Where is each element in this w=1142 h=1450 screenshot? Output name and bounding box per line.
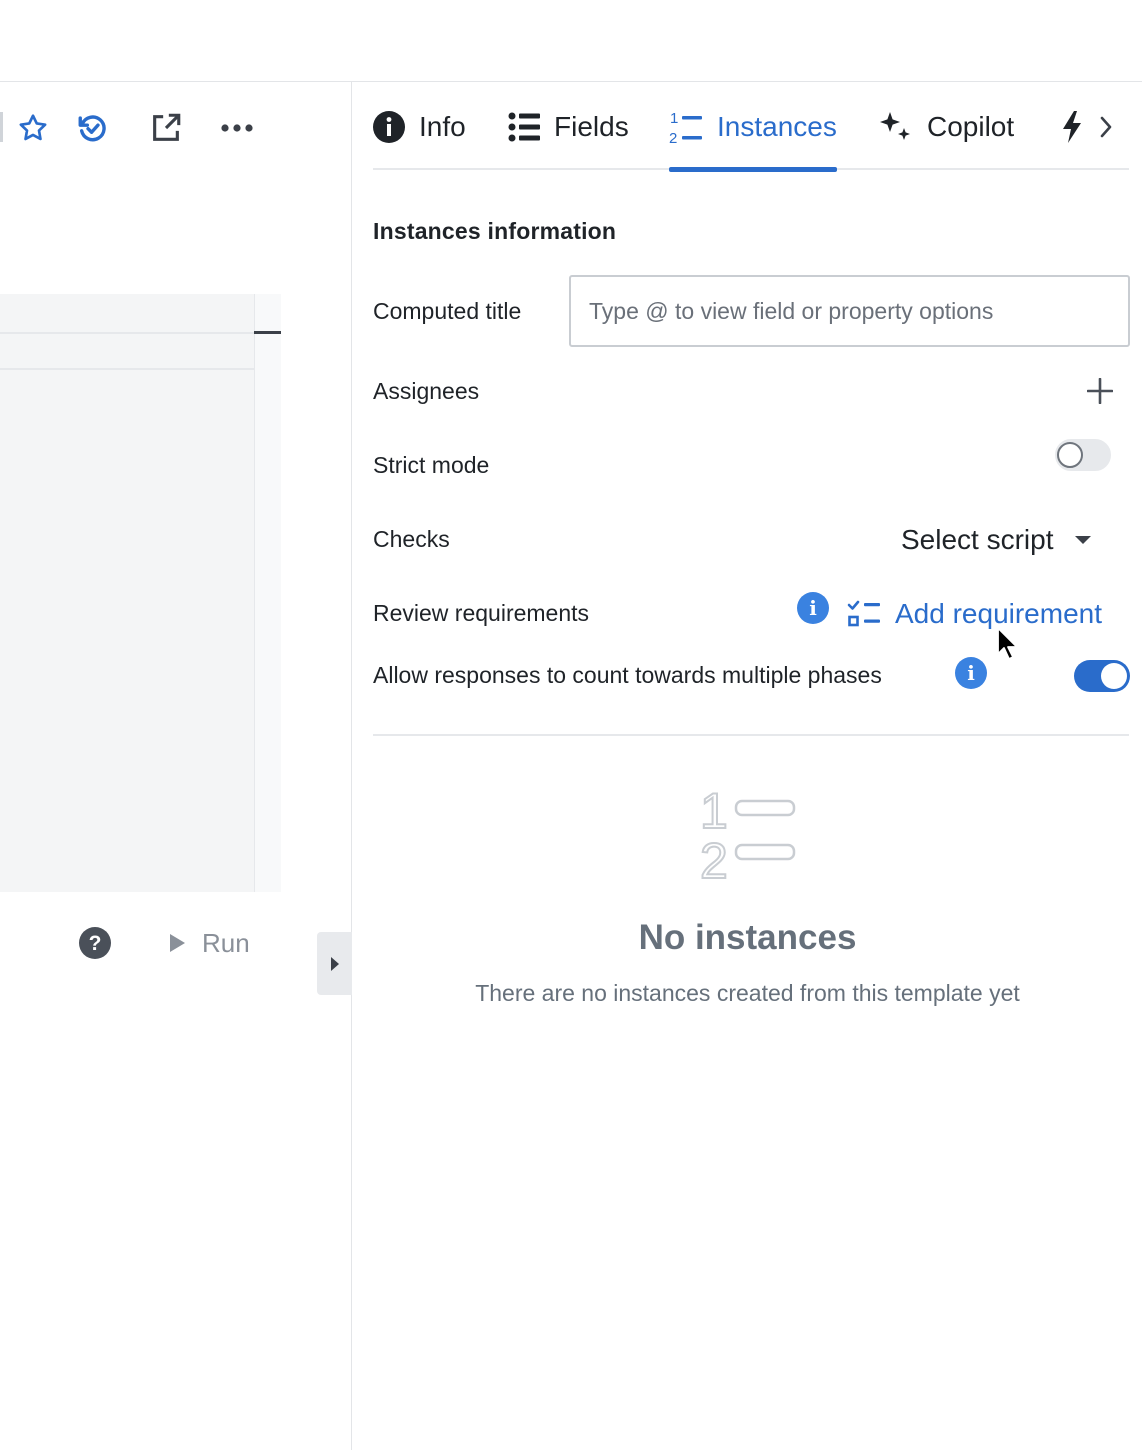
panel-tabs: Info Fields 12 Instances Copilot [373,82,1129,172]
history-icon[interactable] [75,110,111,146]
strict-mode-label: Strict mode [373,452,490,478]
multiple-phases-info-icon[interactable]: i [955,657,987,689]
more-icon[interactable] [219,110,255,146]
checklist-icon [847,600,880,627]
right-panel: Info Fields 12 Instances Copilot Instanc… [353,82,1142,1450]
empty-instances-icon: 1 2 [698,782,798,890]
select-script-dropdown[interactable]: Select script [901,520,1092,560]
run-label: Run [202,927,250,958]
editor-header-row [0,294,254,334]
tab-label: Fields [554,111,629,142]
chevron-right-icon [1099,106,1113,148]
bolt-icon [1061,106,1083,148]
review-requirements-info-icon[interactable]: i [797,592,829,624]
code-editor-area[interactable] [0,294,281,892]
tab-fields[interactable]: Fields [508,106,629,170]
assignees-label: Assignees [373,378,480,404]
add-assignee-button[interactable] [1083,374,1117,408]
info-icon [373,106,405,148]
tab-automations[interactable] [1061,106,1083,170]
editor-divider [254,294,255,892]
svg-text:1: 1 [700,783,728,839]
list-icon [508,106,540,148]
editor-scroll-column[interactable] [255,294,281,892]
select-script-label: Select script [901,524,1054,555]
tabs-scroll-right-button[interactable] [1099,106,1113,170]
tab-label: Instances [717,111,837,142]
numbered-list-icon: 12 [669,106,703,148]
plus-icon [1087,378,1113,404]
tab-info[interactable]: Info [373,106,466,170]
computed-title-label: Computed title [373,298,522,324]
left-toolbar [0,106,352,148]
toggle-knob [1101,663,1127,689]
tab-label: Copilot [927,111,1015,142]
add-requirement-label: Add requirement [895,598,1103,629]
add-requirement-button[interactable]: Add requirement [847,592,1102,636]
run-button[interactable]: Run [168,924,250,962]
checks-label: Checks [373,526,450,552]
svg-text:1: 1 [670,110,678,127]
sparkle-icon [879,106,913,148]
svg-text:?: ? [89,932,102,955]
caret-down-icon [1074,536,1091,544]
editor-row [0,336,254,370]
help-icon[interactable]: ? [78,926,112,960]
empty-state-subtitle: There are no instances created from this… [475,980,1020,1006]
strict-mode-toggle[interactable] [1055,439,1111,471]
tab-copilot[interactable]: Copilot [879,106,1014,170]
review-requirements-label: Review requirements [373,600,590,626]
left-footer: ? Run [0,920,352,966]
top-bar [0,0,1142,82]
star-icon[interactable] [15,110,51,146]
collapse-panel-handle[interactable] [317,932,352,995]
multiple-phases-label: Allow responses to count towards multipl… [373,662,882,688]
editor-tab-marker [254,331,281,334]
toggle-knob [1057,442,1083,468]
caret-right-icon [330,956,339,971]
computed-title-input[interactable] [569,275,1130,347]
section-title: Instances information [373,218,617,244]
svg-text:2: 2 [700,833,728,882]
section-divider [373,734,1129,736]
tab-label: Info [419,111,466,142]
multiple-phases-toggle[interactable] [1074,660,1130,692]
tab-instances[interactable]: 12 Instances [669,106,837,172]
svg-text:2: 2 [669,130,677,145]
empty-state-title: No instances [638,918,857,957]
play-icon [170,934,185,952]
open-external-icon[interactable] [148,110,184,146]
left-pane: ? Run [0,82,352,1450]
